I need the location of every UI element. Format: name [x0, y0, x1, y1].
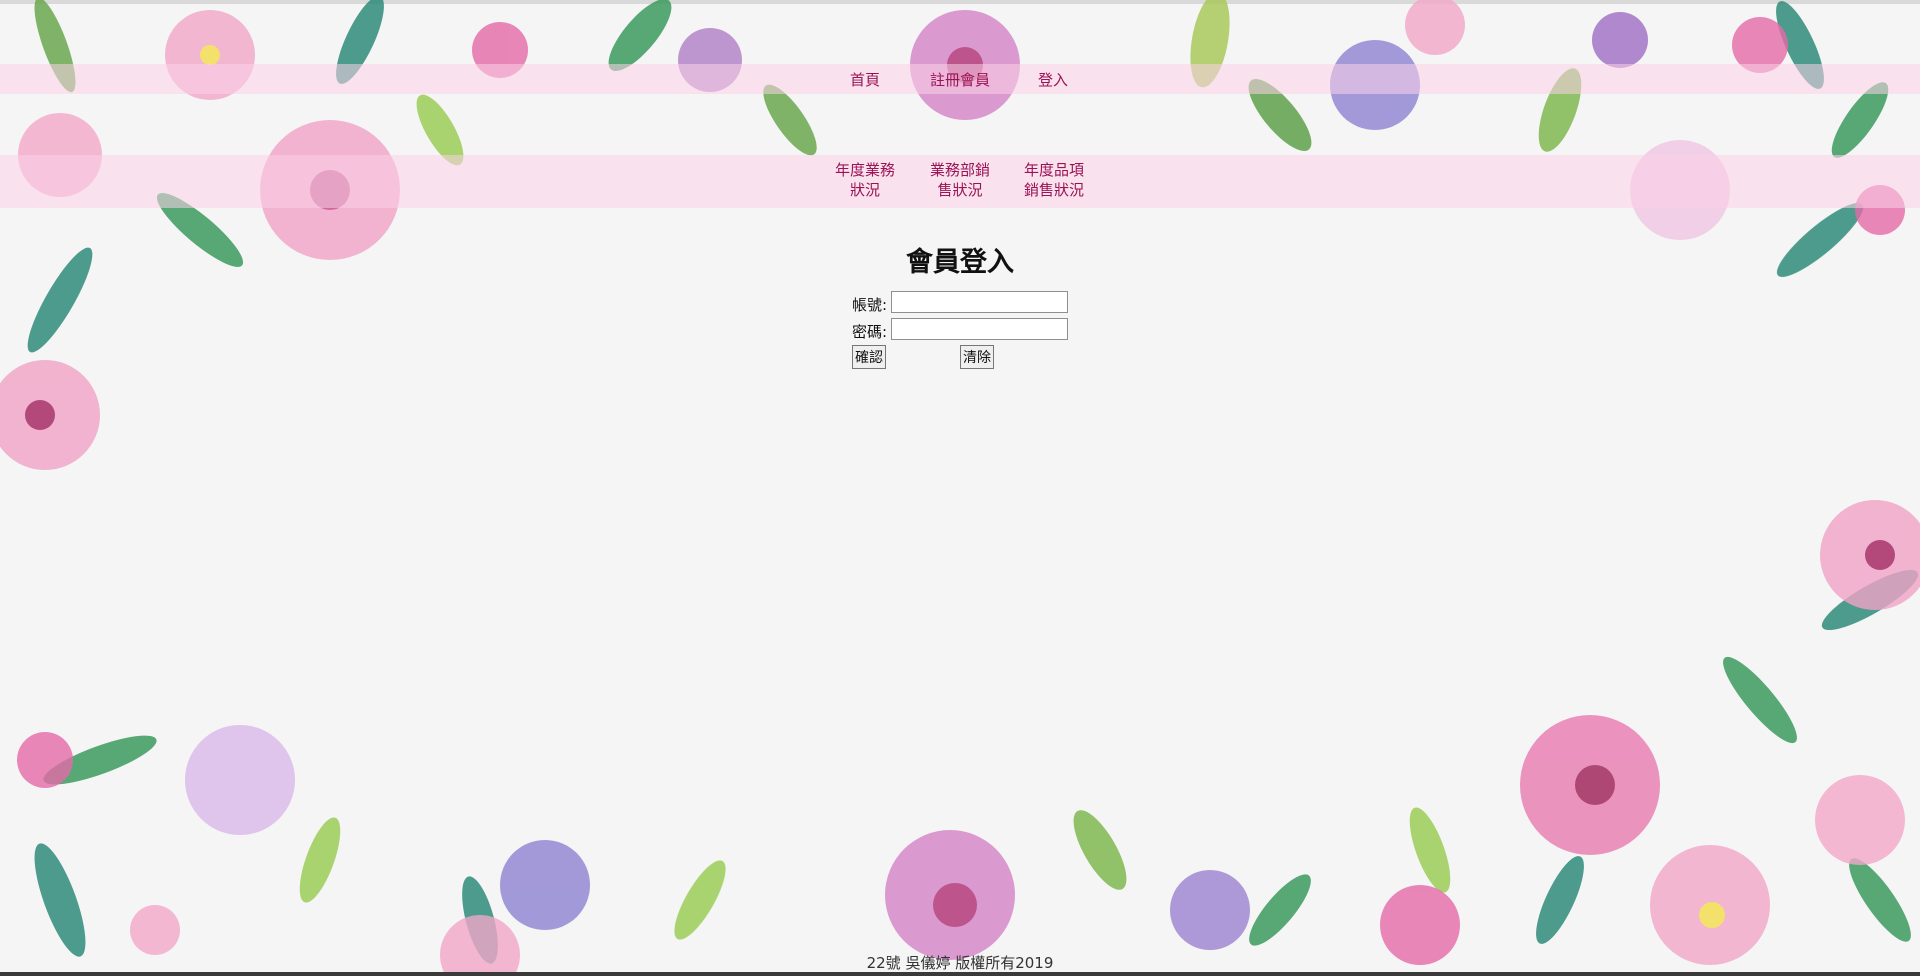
flower	[1650, 845, 1770, 965]
flower-center	[1865, 540, 1895, 570]
leaf	[674, 860, 726, 940]
leaf	[1249, 874, 1311, 946]
flower	[1170, 870, 1250, 950]
flower	[1380, 885, 1460, 965]
footer-copyright: 22號 吳儀婷 版權所有2019	[866, 954, 1054, 972]
flower	[1820, 500, 1920, 610]
confirm-button[interactable]: 確認	[852, 345, 886, 369]
account-label: 帳號:	[852, 296, 888, 314]
flower-center	[200, 45, 220, 65]
leaf	[27, 247, 93, 353]
login-title: 會員登入	[906, 247, 1014, 278]
leaf	[43, 735, 157, 785]
leaf	[1409, 807, 1451, 893]
account-input[interactable]	[891, 291, 1068, 313]
flower-center	[1699, 902, 1725, 928]
clear-button[interactable]: 清除	[960, 345, 994, 369]
flower	[1815, 775, 1905, 865]
nav-dept-sales-link[interactable]: 業務部銷 售狀況	[925, 160, 995, 200]
leaf	[299, 817, 341, 903]
flower	[185, 725, 295, 835]
leaf	[1536, 856, 1584, 944]
flower	[0, 360, 100, 470]
window-top-border	[0, 0, 1920, 4]
leaf	[1073, 810, 1127, 890]
flower	[1520, 715, 1660, 855]
flower	[440, 915, 520, 976]
leaf	[462, 876, 498, 964]
nav-annual-business-link[interactable]: 年度業務 狀況	[830, 160, 900, 200]
flower	[17, 732, 73, 788]
flower-center	[933, 883, 977, 927]
leaf	[34, 843, 86, 957]
flower-center	[1575, 765, 1615, 805]
flower	[500, 840, 590, 930]
nav-login-link[interactable]: 登入	[1030, 70, 1076, 90]
flower	[130, 905, 180, 955]
password-input[interactable]	[891, 318, 1068, 340]
leaf	[1849, 858, 1911, 942]
flower	[1405, 0, 1465, 55]
floral-background	[0, 0, 1920, 976]
flower	[885, 830, 1015, 960]
password-label: 密碼:	[852, 323, 888, 341]
flower	[1592, 12, 1648, 68]
leaf	[1821, 569, 1919, 631]
flower-center	[25, 400, 55, 430]
nav-annual-items-link[interactable]: 年度品項 銷售狀況	[1018, 160, 1090, 200]
nav-register-link[interactable]: 註冊會員	[920, 70, 1000, 90]
nav-home-link[interactable]: 首頁	[840, 70, 890, 90]
leaf	[1723, 656, 1797, 744]
